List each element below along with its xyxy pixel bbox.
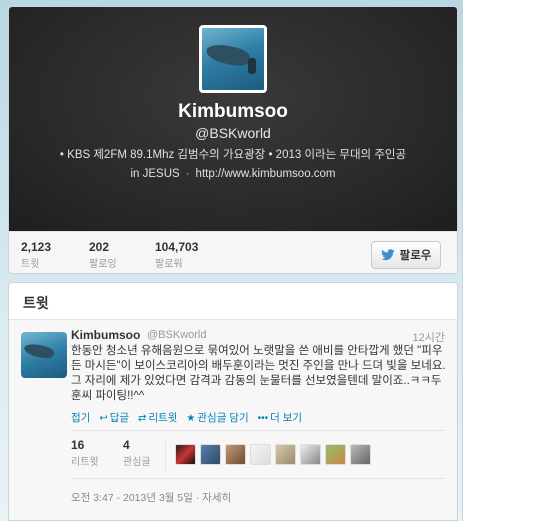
retweeter-avatar[interactable] — [200, 444, 221, 465]
profile-name: Kimbumsoo — [178, 101, 288, 122]
retweeter-avatars — [175, 444, 371, 465]
stat-tweets-label: 트윗 — [21, 259, 40, 270]
bird-icon — [381, 249, 395, 261]
retweets-label: 리트윗 — [71, 457, 99, 468]
stat-following-count: 202 — [89, 240, 110, 254]
profile-bio: • KBS 제2FM 89.1Mhz 김범수의 가요광장 • 2013 이라는 … — [59, 149, 407, 161]
retweeter-avatar[interactable] — [300, 444, 321, 465]
follow-button-label: 팔로우 — [399, 250, 432, 262]
profile-card: Kimbumsoo @BSKworld • KBS 제2FM 89.1Mhz 김… — [8, 6, 458, 274]
divider — [71, 478, 445, 479]
collapse-link[interactable]: 접기 — [71, 410, 90, 425]
tweet-author-handle[interactable]: @BSKworld — [147, 329, 206, 341]
profile-website-link[interactable]: http://www.kimbumsoo.com — [196, 168, 336, 180]
retweeter-avatar[interactable] — [275, 444, 296, 465]
stat-followers[interactable]: 104,703 팔로워 — [155, 240, 198, 270]
retweeter-avatar[interactable] — [350, 444, 371, 465]
tweet-author-name[interactable]: Kimbumsoo — [71, 328, 140, 342]
retweeter-avatar[interactable] — [325, 444, 346, 465]
tweet-actions: 접기 ↩ 답글 ⇄ 리트윗 ★ 관심글 담기 ••• 더 보기 — [71, 410, 302, 425]
favorite-label: 관심글 담기 — [197, 412, 249, 424]
stat-following[interactable]: 202 팔로잉 — [89, 240, 117, 270]
star-icon: ★ — [186, 413, 196, 424]
reply-action[interactable]: ↩ 답글 — [99, 410, 129, 425]
stat-tweets[interactable]: 2,123 트윗 — [21, 240, 51, 270]
diver-image — [248, 58, 256, 74]
tweet-stats: 16 리트윗 4 관심글 — [71, 438, 445, 472]
tweet-item[interactable]: Kimbumsoo @BSKworld 12시간 한동안 청소년 유해음원으로 … — [9, 320, 457, 520]
follow-button[interactable]: 팔로우 — [371, 241, 441, 269]
meta-separator: · — [185, 168, 190, 180]
profile-location: in JESUS — [130, 168, 180, 180]
favorite-action[interactable]: ★ 관심글 담기 — [186, 410, 248, 425]
retweeter-avatar[interactable] — [225, 444, 246, 465]
favorites-count: 4 — [123, 438, 130, 452]
more-label: 더 보기 — [270, 412, 303, 424]
retweets-count: 16 — [71, 438, 85, 452]
retweet-label: 리트윗 — [148, 412, 178, 424]
whale-image — [204, 41, 252, 69]
retweet-action[interactable]: ⇄ 리트윗 — [138, 410, 177, 425]
stat-followers-count: 104,703 — [155, 240, 199, 254]
tweet-text: 한동안 청소년 유해음원으로 묶여있어 노랫말을 쓴 애비를 안타깝게 했던 "… — [71, 345, 446, 402]
reply-icon: ↩ — [99, 413, 108, 424]
tweets-card: 트윗 Kimbumsoo @BSKworld 12시간 한동안 청소년 유해음원… — [8, 282, 458, 521]
tweet-avatar[interactable] — [21, 332, 67, 378]
stat-following-label: 팔로잉 — [89, 259, 117, 270]
whale-image — [23, 342, 55, 360]
retweeter-avatar[interactable] — [250, 444, 271, 465]
retweets-stat[interactable]: 16 리트윗 — [71, 438, 99, 468]
more-icon: ••• — [257, 413, 269, 424]
retweeter-avatar[interactable] — [175, 444, 196, 465]
divider — [71, 430, 445, 431]
tweet-timestamp[interactable]: 12시간 — [413, 329, 445, 345]
tweet-date[interactable]: 오전 3:47 - 2013년 3월 5일 · 자세히 — [71, 490, 231, 505]
more-action[interactable]: ••• 더 보기 — [258, 410, 302, 425]
favorites-label: 관심글 — [123, 457, 151, 468]
profile-meta: in JESUS · http://www.kimbumsoo.com — [9, 168, 457, 180]
stat-followers-label: 팔로워 — [155, 259, 183, 270]
divider — [165, 440, 166, 470]
profile-avatar[interactable] — [199, 25, 267, 93]
favorites-stat[interactable]: 4 관심글 — [123, 438, 151, 468]
profile-stats: 2,123 트윗 202 팔로잉 104,703 팔로워 팔로우 — [9, 231, 457, 273]
retweet-icon: ⇄ — [138, 413, 147, 424]
tweets-section-title: 트윗 — [23, 295, 49, 311]
stat-tweets-count: 2,123 — [21, 240, 52, 254]
profile-handle: @BSKworld — [195, 125, 271, 141]
reply-label: 답글 — [109, 412, 130, 424]
right-panel — [462, 0, 550, 521]
profile-header: Kimbumsoo @BSKworld • KBS 제2FM 89.1Mhz 김… — [9, 7, 457, 231]
